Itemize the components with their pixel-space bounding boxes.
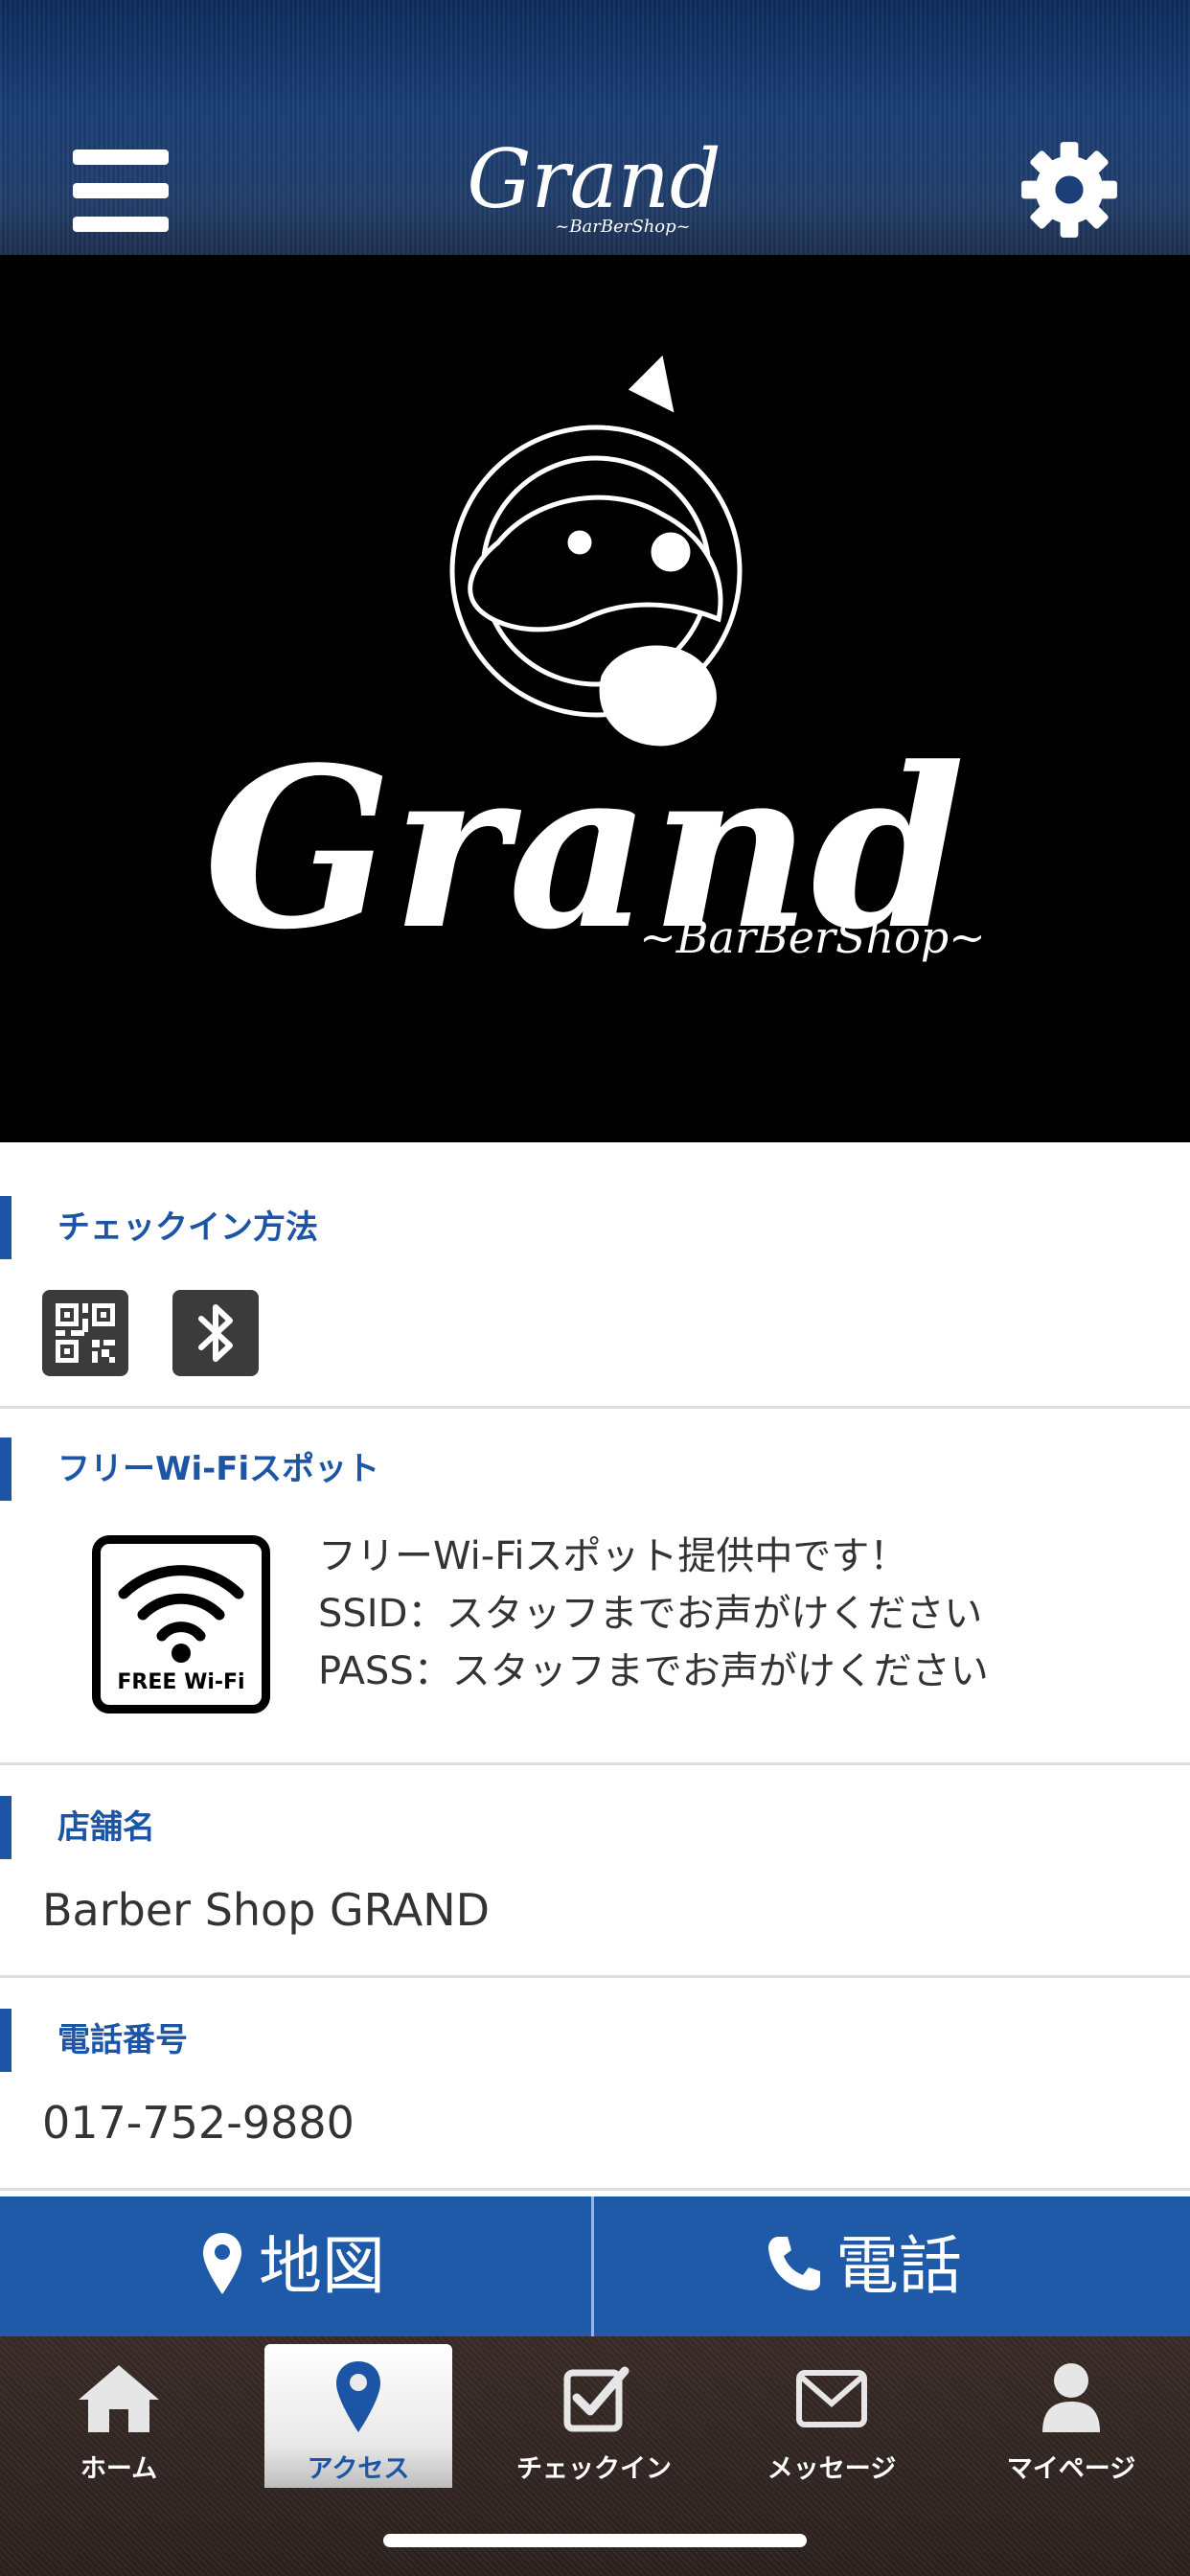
envelope-icon <box>796 2370 867 2427</box>
tab-mypage[interactable]: マイページ <box>977 2344 1165 2488</box>
gear-icon[interactable] <box>1019 140 1119 240</box>
map-pin-icon <box>203 2233 241 2294</box>
tab-message-label: メッセージ <box>767 2454 897 2484</box>
checkbox-icon <box>563 2366 629 2432</box>
phone-section: 電話番号 017-752-9880 <box>0 1978 1190 2191</box>
store-name-title: 店舗名 <box>0 1796 155 1859</box>
tab-home[interactable]: ホーム <box>25 2344 213 2488</box>
wifi-icon: FREE Wi-Fi <box>92 1535 270 1714</box>
svg-text:~BarBerShop~: ~BarBerShop~ <box>639 911 986 963</box>
tab-mypage-label: マイページ <box>1006 2454 1136 2484</box>
store-name-value: Barber Shop GRAND <box>42 1884 491 1936</box>
home-icon <box>79 2365 159 2432</box>
user-icon <box>1042 2363 1100 2432</box>
phone-title: 電話番号 <box>0 2009 188 2072</box>
wifi-description: フリーWi-Fiスポット提供中です！ SSID：スタッフまでお声がけください P… <box>318 1528 989 1700</box>
map-pin-icon <box>336 2361 380 2432</box>
app-header: Grand ~BarBerShop~ <box>0 0 1190 255</box>
bluetooth-icon[interactable] <box>172 1290 259 1376</box>
header-logo: Grand ~BarBerShop~ <box>467 132 721 237</box>
tab-checkin[interactable]: チェックイン <box>500 2344 688 2488</box>
tab-access-label: アクセス <box>307 2454 410 2484</box>
wifi-title: フリーWi-Fiスポット <box>0 1438 379 1501</box>
tab-access[interactable]: アクセス <box>264 2344 452 2488</box>
wifi-pass-line: PASS：スタッフまでお声がけください <box>318 1649 989 1693</box>
wifi-ssid-line: SSID：スタッフまでお声がけください <box>318 1592 983 1636</box>
call-button[interactable]: 電話 <box>594 2196 1185 2336</box>
checkin-method-section: チェックイン方法 <box>0 1142 1190 1409</box>
phone-value[interactable]: 017-752-9880 <box>42 2097 355 2149</box>
wifi-section: フリーWi-Fiスポット FREE Wi-Fi フリーWi-Fiスポット提供中で… <box>0 1409 1190 1765</box>
hero-banner: Grand ~BarBerShop~ <box>0 255 1190 1142</box>
tab-home-label: ホーム <box>80 2454 158 2484</box>
call-button-label: 電話 <box>835 2229 962 2303</box>
map-button-label: 地図 <box>259 2229 385 2303</box>
menu-icon[interactable] <box>73 150 169 232</box>
tab-checkin-label: チェックイン <box>516 2454 672 2484</box>
wifi-line: フリーWi-Fiスポット提供中です！ <box>318 1534 908 1578</box>
horse-emblem <box>449 355 743 747</box>
hero-logo: Grand ~BarBerShop~ <box>204 355 986 978</box>
qr-code-icon[interactable] <box>42 1290 128 1376</box>
home-indicator[interactable] <box>383 2534 807 2547</box>
action-bar: 地図 電話 <box>0 2196 1190 2336</box>
tab-message[interactable]: メッセージ <box>738 2344 926 2488</box>
phone-icon <box>768 2237 820 2290</box>
svg-text:~BarBerShop~: ~BarBerShop~ <box>555 217 691 237</box>
wifi-badge-text: FREE Wi-Fi <box>117 1670 245 1694</box>
checkin-method-title: チェックイン方法 <box>0 1196 318 1259</box>
map-button[interactable]: 地図 <box>0 2196 591 2336</box>
store-name-section: 店舗名 Barber Shop GRAND <box>0 1765 1190 1978</box>
svg-text:Grand: Grand <box>467 132 721 226</box>
